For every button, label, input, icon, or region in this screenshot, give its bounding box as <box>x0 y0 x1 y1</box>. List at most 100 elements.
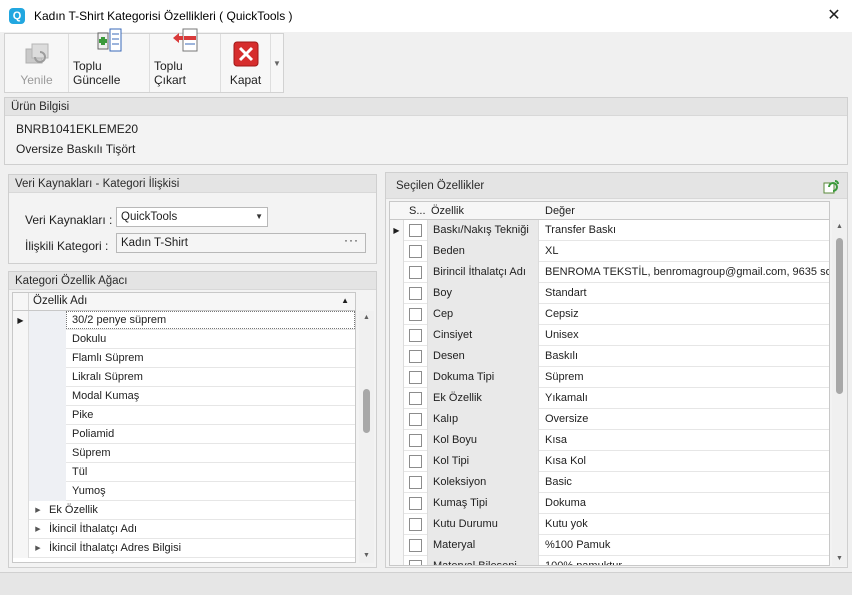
row-checkbox[interactable] <box>409 308 422 321</box>
tree-header[interactable]: Özellik Adı ▲ <box>12 292 356 311</box>
tree-row[interactable]: Poliamid <box>13 425 355 444</box>
attribute-value-cell[interactable]: %100 Pamuk <box>545 535 829 556</box>
scroll-thumb[interactable] <box>363 389 370 433</box>
bulk-update-button[interactable]: Toplu Güncelle <box>69 28 150 92</box>
attribute-value-cell[interactable]: Kısa <box>545 430 829 451</box>
tree-row[interactable]: Süprem <box>13 444 355 463</box>
table-row[interactable]: Cep Cepsiz <box>390 304 829 325</box>
row-checkbox[interactable] <box>409 476 422 489</box>
toolbar-overflow-chevron-icon[interactable]: ▼ <box>271 34 283 92</box>
selected-attributes-title: Seçilen Özellikler <box>386 173 847 199</box>
attribute-value-cell[interactable]: Cepsiz <box>545 304 829 325</box>
row-checkbox[interactable] <box>409 434 422 447</box>
column-check[interactable]: S... <box>409 205 426 217</box>
bulk-remove-button[interactable]: Toplu Çıkart <box>150 28 221 92</box>
column-value[interactable]: Değer <box>545 205 575 217</box>
table-row[interactable]: Boy Standart <box>390 283 829 304</box>
attribute-value-cell[interactable]: Standart <box>545 283 829 304</box>
table-row[interactable]: Kalıp Oversize <box>390 409 829 430</box>
row-indicator <box>390 472 404 493</box>
table-row[interactable]: Kol Boyu Kısa <box>390 430 829 451</box>
row-checkbox[interactable] <box>409 539 422 552</box>
table-row[interactable]: Dokuma Tipi Süprem <box>390 367 829 388</box>
scroll-up-icon[interactable]: ▲ <box>832 220 847 234</box>
column-attribute[interactable]: Özellik <box>431 205 464 217</box>
row-checkbox[interactable] <box>409 350 422 363</box>
attribute-value-cell[interactable]: Oversize <box>545 409 829 430</box>
table-row[interactable]: Koleksiyon Basic <box>390 472 829 493</box>
data-source-panel: Veri Kaynakları - Kategori İlişkisi Veri… <box>8 174 377 264</box>
table-row[interactable]: ▶ Baskı/Nakış Tekniği Transfer Baskı <box>390 220 829 241</box>
row-checkbox[interactable] <box>409 497 422 510</box>
table-row[interactable]: Materyal %100 Pamuk <box>390 535 829 556</box>
table-row[interactable]: Kol Tipi Kısa Kol <box>390 451 829 472</box>
row-checkbox[interactable] <box>409 560 422 565</box>
tree-row[interactable]: ▶ İkincil İthalatçı Adres Bilgisi <box>13 539 355 558</box>
row-checkbox[interactable] <box>409 371 422 384</box>
row-indicator <box>13 387 29 406</box>
tree-row[interactable]: Likralı Süprem <box>13 368 355 387</box>
row-checkbox[interactable] <box>409 266 422 279</box>
row-checkbox[interactable] <box>409 224 422 237</box>
attribute-value-cell[interactable]: Kutu yok <box>545 514 829 535</box>
tree-scrollbar[interactable]: ▲ ▼ <box>359 311 374 563</box>
scroll-up-icon[interactable]: ▲ <box>359 311 374 325</box>
table-row[interactable]: Materyal Bileşeni 100% pamuktur <box>390 556 829 565</box>
attribute-value-cell[interactable]: Basic <box>545 472 829 493</box>
scroll-down-icon[interactable]: ▼ <box>832 552 847 566</box>
refresh-button[interactable]: Yenile <box>5 34 69 92</box>
row-indicator <box>13 330 29 349</box>
table-row[interactable]: Birincil İthalatçı Adı BENROMA TEKSTİL, b… <box>390 262 829 283</box>
window-close-button[interactable]: ✕ <box>822 4 846 28</box>
attribute-value-cell[interactable]: Transfer Baskı <box>545 220 829 241</box>
attribute-value-cell[interactable]: 100% pamuktur <box>545 556 829 565</box>
tree-row[interactable]: Tül <box>13 463 355 482</box>
row-checkbox[interactable] <box>409 392 422 405</box>
attribute-name-cell: Baskı/Nakış Tekniği <box>427 220 539 241</box>
table-row[interactable]: Desen Baskılı <box>390 346 829 367</box>
row-checkbox[interactable] <box>409 518 422 531</box>
attribute-value-cell[interactable]: Baskılı <box>545 346 829 367</box>
expand-chevron-icon[interactable]: ▶ <box>31 501 45 520</box>
refresh-label: Yenile <box>20 73 53 87</box>
data-source-select[interactable]: QuickTools ▼ <box>116 207 268 227</box>
table-row[interactable]: Cinsiyet Unisex <box>390 325 829 346</box>
attribute-value-cell[interactable]: Süprem <box>545 367 829 388</box>
table-row[interactable]: Ek Özellik Yıkamalı <box>390 388 829 409</box>
row-checkbox[interactable] <box>409 413 422 426</box>
scroll-down-icon[interactable]: ▼ <box>359 549 374 563</box>
tree-row[interactable]: Modal Kumaş <box>13 387 355 406</box>
attribute-name-cell: Kol Boyu <box>427 430 539 451</box>
chevron-down-icon: ▼ <box>255 212 263 221</box>
grid-scrollbar[interactable]: ▲ ▼ <box>832 220 847 566</box>
expand-chevron-icon[interactable]: ▶ <box>31 539 45 558</box>
row-checkbox[interactable] <box>409 287 422 300</box>
ellipsis-icon[interactable]: ··· <box>344 231 359 249</box>
close-button[interactable]: Kapat <box>221 34 271 92</box>
attribute-value-cell[interactable]: Unisex <box>545 325 829 346</box>
tree-row[interactable]: ▶ 30/2 penye süprem <box>13 311 355 330</box>
attribute-value-cell[interactable]: Dokuma <box>545 493 829 514</box>
row-checkbox[interactable] <box>409 455 422 468</box>
category-tree-panel: Kategori Özellik Ağacı Özellik Adı ▲ ▶ 30… <box>8 271 377 568</box>
tree-row[interactable]: Flamlı Süprem <box>13 349 355 368</box>
tree-row[interactable]: ▶ Ek Özellik <box>13 501 355 520</box>
expand-chevron-icon[interactable]: ▶ <box>31 520 45 539</box>
related-category-field[interactable]: Kadın T-Shirt ··· <box>116 233 366 253</box>
attribute-value-cell[interactable]: XL <box>545 241 829 262</box>
row-indicator <box>390 367 404 388</box>
tree-row[interactable]: Pike <box>13 406 355 425</box>
row-checkbox[interactable] <box>409 245 422 258</box>
row-checkbox[interactable] <box>409 329 422 342</box>
tree-row[interactable]: Yumoş <box>13 482 355 501</box>
table-row[interactable]: Kutu Durumu Kutu yok <box>390 514 829 535</box>
table-row[interactable]: Beden XL <box>390 241 829 262</box>
attribute-value-cell[interactable]: BENROMA TEKSTİL, benromagroup@gmail.com,… <box>545 262 829 283</box>
grid-refresh-icon[interactable] <box>823 179 839 195</box>
table-row[interactable]: Kumaş Tipi Dokuma <box>390 493 829 514</box>
attribute-value-cell[interactable]: Yıkamalı <box>545 388 829 409</box>
tree-row[interactable]: Dokulu <box>13 330 355 349</box>
tree-row[interactable]: ▶ İkincil İthalatçı Adı <box>13 520 355 539</box>
scroll-thumb[interactable] <box>836 238 843 394</box>
attribute-value-cell[interactable]: Kısa Kol <box>545 451 829 472</box>
